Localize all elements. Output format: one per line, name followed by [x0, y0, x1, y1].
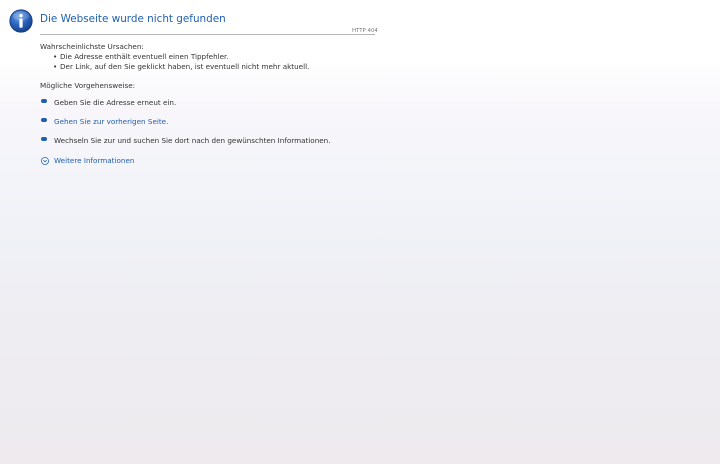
causes-list: • Die Adresse enthält eventuell einen Tip… [53, 52, 309, 72]
cause-text: Die Adresse enthält eventuell einen Tipp… [60, 52, 229, 61]
chevron-down-circle-icon[interactable] [41, 157, 49, 165]
bullet-icon [41, 137, 47, 141]
info-icon [9, 9, 33, 33]
title-divider [40, 34, 375, 35]
http-status-code: HTTP 404 [352, 28, 378, 34]
more-information-link[interactable]: Weitere Informationen [54, 156, 134, 165]
bullet-icon: • [53, 62, 58, 71]
list-item: • Der Link, auf den Sie geklickt haben, i… [53, 62, 309, 72]
error-page: Die Webseite wurde nicht gefunden HTTP 4… [0, 0, 720, 464]
page-title: Die Webseite wurde nicht gefunden [40, 13, 226, 25]
cause-text: Der Link, auf den Sie geklickt haben, is… [60, 62, 310, 71]
go-back-link[interactable]: Gehen Sie zur vorherigen Seite. [54, 117, 168, 126]
causes-heading: Wahrscheinlichste Ursachen: [40, 42, 144, 51]
actions-heading: Mögliche Vorgehensweise: [40, 81, 136, 90]
action-text: Wechseln Sie zur und suchen Sie dort nac… [54, 136, 331, 145]
list-item: • Die Adresse enthält eventuell einen Tip… [53, 52, 309, 62]
bullet-icon [41, 99, 47, 103]
bullet-icon: • [53, 52, 58, 61]
action-text: Geben Sie die Adresse erneut ein. [54, 98, 177, 107]
bullet-icon [41, 118, 47, 122]
